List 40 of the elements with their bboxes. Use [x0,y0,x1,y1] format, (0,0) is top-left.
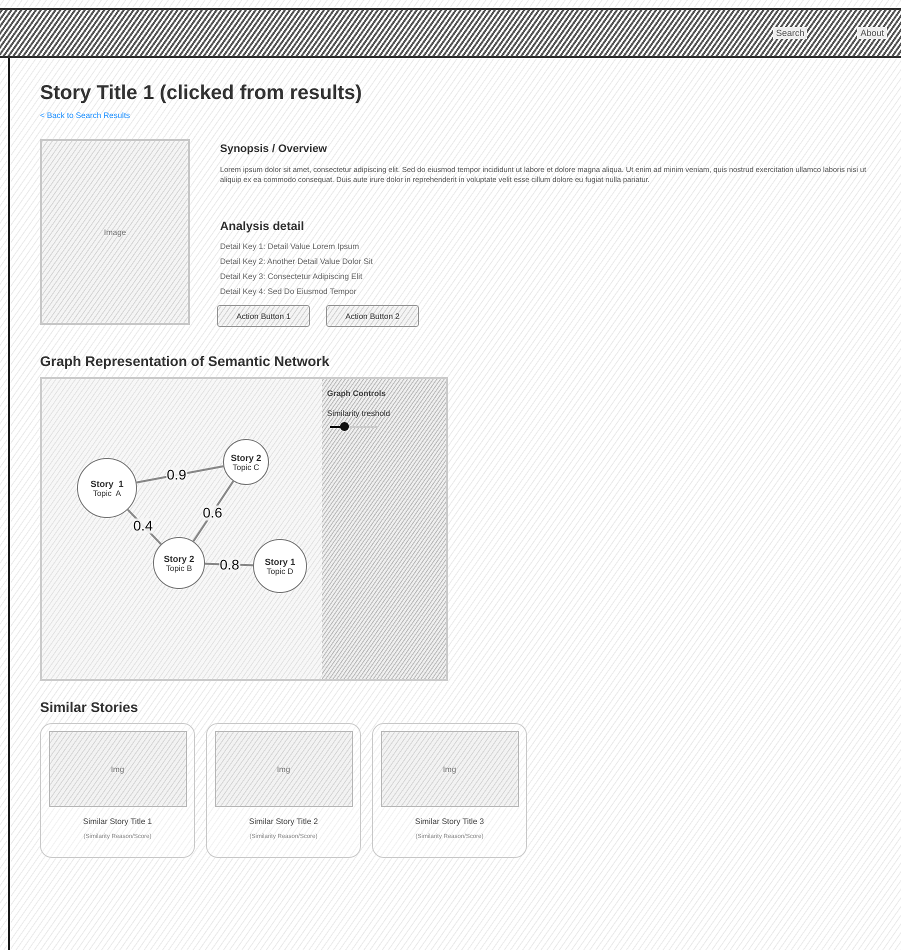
action-button[interactable]: Action Button 2 [326,305,419,327]
detail-line: Detail Key 4: Sed Do Eiusmod Tempor [220,286,358,298]
section-heading: Similar Stories [40,699,140,715]
detail-line: Detail Key 1: Detail Value Lorem Ipsum [220,241,360,253]
controls-title: Graph Controls [327,389,387,398]
graph-node[interactable]: Story 2 Topic C [223,439,269,485]
placeholder-label: Img [442,764,456,774]
slider-label: Similarity treshold [327,409,392,418]
node-topic: Topic B [166,564,192,572]
node-title: Story 1 [90,478,124,488]
action-button[interactable]: Action Button 1 [217,305,310,327]
graph-edge [127,508,162,545]
card-title: Similar Story Title 1 [83,817,152,826]
edge-weight: 0.4 [132,518,154,533]
placeholder-label: Img [276,764,290,774]
card-title: Similar Story Title 3 [415,817,484,826]
card-title: Similar Story Title 2 [249,817,318,826]
node-title: Story 2 [230,452,262,462]
placeholder-label: Img [110,764,124,774]
edge-weight: 0.8 [218,557,240,572]
graph-node[interactable]: Story 2 Topic B [153,537,205,589]
graph-node[interactable]: Story 1 Topic A [77,458,137,518]
node-topic: Topic C [232,462,260,472]
graph-node[interactable]: Story 1 Topic D [253,539,307,593]
node-title: Story 2 [164,554,194,564]
section-heading: Synopsis / Overview [220,143,328,155]
node-topic: Topic D [266,566,294,576]
edge-weight: 0.9 [166,468,188,482]
node-title: Story 1 [264,556,296,566]
node-topic: Topic A [92,488,121,498]
edge-weight: 0.6 [202,505,224,520]
section-heading: Graph Representation of Semantic Network [40,353,330,369]
detail-line: Detail Key 2: Another Detail Value Dolor Sit [220,256,374,268]
section-heading: Analysis detail [220,219,306,233]
placeholder-label: Image [104,228,126,236]
slider-thumb[interactable] [340,422,350,431]
page-title: Story Title 1 (clicked from results) [40,82,363,105]
nav-link[interactable]: About [857,27,887,39]
detail-line: Detail Key 3: Consectetur Adipiscing Elit [220,271,364,283]
nav-link[interactable]: Search [772,27,808,39]
